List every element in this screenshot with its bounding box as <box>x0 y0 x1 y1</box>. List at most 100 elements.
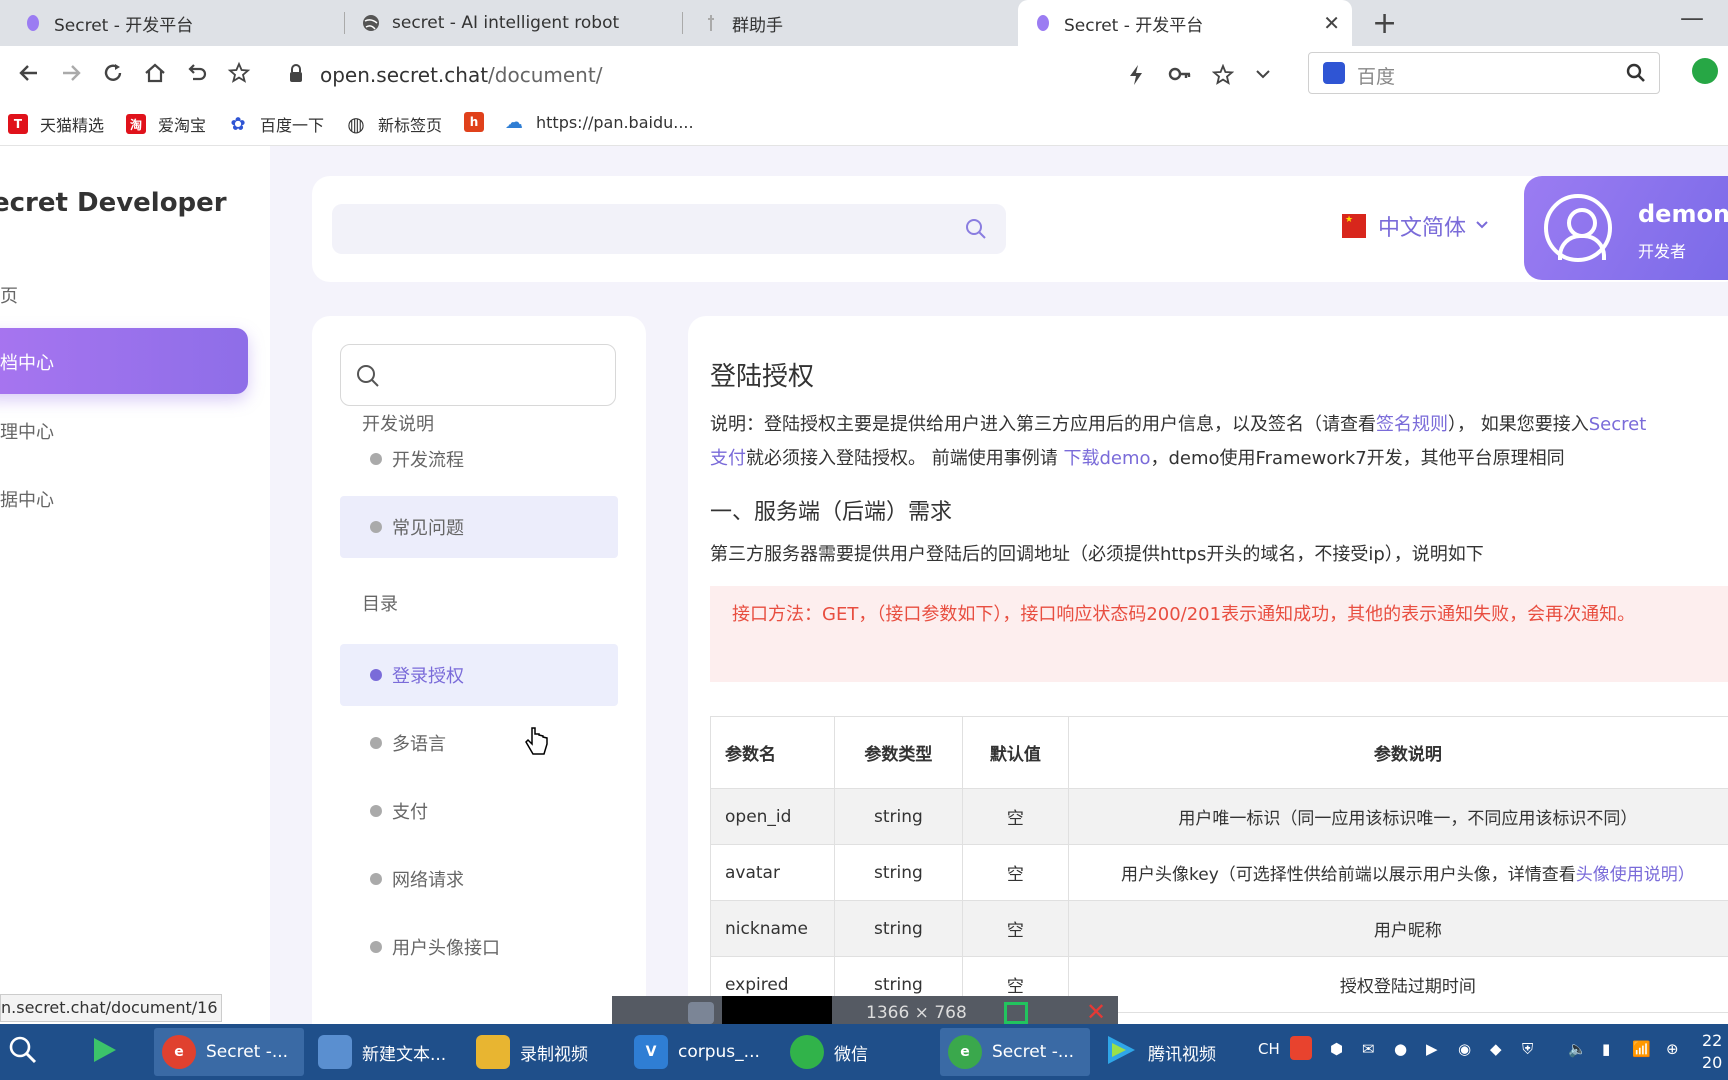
new-tab-icon[interactable]: + <box>1372 6 1397 41</box>
doc-item-label: 登录授权 <box>392 666 464 687</box>
tab-secret-1[interactable]: Secret - 开发平台 <box>24 0 344 46</box>
close-tab-icon[interactable]: ✕ <box>1323 11 1340 35</box>
sidebar-item-data[interactable]: 据中心 <box>0 486 54 512</box>
taskbar-item-notepad[interactable]: 新建文本... <box>310 1028 460 1076</box>
favorite-star-icon[interactable] <box>224 58 254 88</box>
bookmark-baidu[interactable]: ✿ 百度一下 <box>228 112 324 136</box>
param-name: open_id <box>710 788 835 845</box>
taskbar-player-button[interactable] <box>82 1028 132 1076</box>
global-search-input[interactable] <box>332 204 1006 254</box>
user-profile-card[interactable]: demon 开发者 <box>1524 176 1728 280</box>
taskbar-search-button[interactable] <box>0 1028 46 1076</box>
bookmark-tmall[interactable]: T 天猫精选 <box>8 112 104 136</box>
bookmark-aitaobao[interactable]: 淘 爱淘宝 <box>126 112 206 136</box>
signature-rules-link[interactable]: 签名规则 <box>1376 414 1448 435</box>
extension-icon[interactable] <box>1692 58 1718 84</box>
reload-icon[interactable] <box>98 58 128 88</box>
tab-secret-active[interactable]: Secret - 开发平台 ✕ <box>1018 0 1352 46</box>
bookmark-star-icon[interactable] <box>1211 63 1235 90</box>
doc-item-faq[interactable]: 常见问题 <box>340 496 618 558</box>
callback-description: 第三方服务器需要提供用户登陆后的回调地址（必须提供https开头的域名，不接受i… <box>710 544 1484 565</box>
shield-icon[interactable]: ⛨ <box>1522 1040 1533 1058</box>
avatar-usage-link[interactable]: 头像使用说明） <box>1576 865 1695 885</box>
search-icon[interactable] <box>1625 62 1647 88</box>
close-icon[interactable]: ✕ <box>1086 998 1106 1026</box>
sogou-icon[interactable] <box>1290 1036 1312 1060</box>
doc-item-login-auth[interactable]: 登录授权 <box>340 644 618 706</box>
wechat-tray-icon[interactable]: ✉ <box>1362 1040 1375 1058</box>
language-selector[interactable]: 中文简体 <box>1342 210 1490 242</box>
param-default: 空 <box>961 900 1069 957</box>
intro-text: ）， 如果您要接入 <box>1448 414 1589 435</box>
player-tray-icon[interactable]: ▶ <box>1426 1040 1438 1058</box>
taskbar-item-corpus[interactable]: V corpus_... <box>626 1028 776 1076</box>
download-demo-link[interactable]: 下载demo <box>1063 448 1150 469</box>
tab-divider <box>344 12 345 34</box>
taskbar-item-record-video[interactable]: 录制视频 <box>468 1028 618 1076</box>
doc-search-input[interactable] <box>340 344 616 406</box>
doc-item-label: 多语言 <box>392 734 446 755</box>
forward-arrow-icon[interactable] <box>56 58 86 88</box>
param-desc: 用户头像key（可选择性供给前端以展示用户头像，详情查看头像使用说明） <box>1067 844 1728 901</box>
brand-title: ecret Developer <box>0 188 227 218</box>
intro-text: ，demo使用Framework7开发，其他平台原理相同 <box>1150 448 1565 469</box>
column-header: 默认值 <box>961 716 1069 789</box>
key-icon[interactable] <box>1168 64 1192 88</box>
intro-text: 就必须接入登陆授权。 前端使用事例请 <box>746 448 1064 469</box>
lightning-icon[interactable] <box>1128 64 1144 90</box>
doc-item-payment[interactable]: 支付 <box>340 780 618 842</box>
taskbar-item-secret-1[interactable]: e Secret -... <box>154 1028 304 1076</box>
camera-icon[interactable] <box>688 1002 714 1024</box>
battery-icon[interactable]: ▮ <box>1602 1040 1610 1058</box>
payment-link[interactable]: 支付 <box>710 448 746 469</box>
back-arrow-icon[interactable] <box>14 58 44 88</box>
diamond-tray-icon[interactable]: ◆ <box>1490 1040 1502 1058</box>
doc-item-dev-flow[interactable]: 开发流程 <box>340 428 618 490</box>
search-icon[interactable] <box>964 217 988 245</box>
bookmark-label: 百度一下 <box>260 116 325 135</box>
input-language-indicator[interactable]: CH <box>1258 1040 1280 1058</box>
status-bar-url: n.secret.chat/document/16 <box>0 994 222 1022</box>
address-bar[interactable]: open.secret.chat/document/ <box>272 54 1272 94</box>
add-icon[interactable]: ⊕ <box>1666 1040 1679 1058</box>
doc-item-avatar-api[interactable]: 用户头像接口 <box>340 916 618 978</box>
bookmark-h[interactable]: h <box>464 112 496 132</box>
app-tray-icon[interactable]: ◉ <box>1458 1040 1471 1058</box>
doc-item-i18n[interactable]: 多语言 <box>340 712 618 774</box>
volume-icon[interactable]: 🔈 <box>1568 1040 1587 1058</box>
param-desc: 用户唯一标识（同一应用该标识唯一，不同应用该标识不同） <box>1067 788 1728 845</box>
taskbar-item-secret-2[interactable]: e Secret -... <box>940 1028 1090 1076</box>
search-engine-box[interactable]: 百度 <box>1308 52 1660 94</box>
column-header: 参数说明 <box>1067 716 1728 789</box>
bookmark-new-tab[interactable]: ◍ 新标签页 <box>346 112 442 136</box>
record-region-icon[interactable] <box>1004 1002 1028 1024</box>
bookmark-label: 爱淘宝 <box>158 116 207 135</box>
sidebar-item-docs[interactable]: 档中心 <box>0 328 248 394</box>
record-tray-icon[interactable]: ● <box>1394 1040 1407 1058</box>
alert-box: 接口方法：GET，（接口参数如下），接口响应状态码200/201表示通知成功，其… <box>710 586 1728 682</box>
url-host: open.secret.chat <box>320 63 489 87</box>
param-desc: 用户昵称 <box>1067 900 1728 957</box>
bookmark-baidu-pan[interactable]: ☁ https://pan.baidu.... <box>504 112 694 133</box>
tmall-icon: T <box>8 114 28 134</box>
network-cube-icon[interactable]: ⬢ <box>1330 1040 1343 1058</box>
chevron-down-icon[interactable] <box>1254 64 1272 88</box>
clock[interactable]: 22 20 <box>1702 1030 1722 1074</box>
doc-item-network[interactable]: 网络请求 <box>340 848 618 910</box>
taskbar-item-wechat[interactable]: 微信 <box>782 1028 932 1076</box>
tencent-video-icon <box>1104 1033 1138 1072</box>
signal-icon[interactable]: 📶 <box>1632 1040 1651 1058</box>
taskbar-label: corpus_... <box>678 1042 760 1062</box>
page-body: ecret Developer 页 档中心 理中心 据中心 中文简体 开发说明 … <box>0 146 1728 1024</box>
tab-group-helper[interactable]: 群助手 <box>702 0 1002 46</box>
tab-secret-robot[interactable]: secret - AI intelligent robot <box>362 0 682 46</box>
sidebar-item-manage[interactable]: 理中心 <box>0 418 54 444</box>
sidebar-item-home[interactable]: 页 <box>0 282 18 308</box>
home-icon[interactable] <box>140 58 170 88</box>
taskbar-item-tencent-video[interactable]: 腾讯视频 <box>1096 1028 1246 1076</box>
clock-time: 22 <box>1702 1031 1723 1050</box>
undo-close-tab-icon[interactable] <box>182 58 212 88</box>
minimize-window-icon[interactable]: — <box>1680 4 1704 32</box>
bookmark-label: 新标签页 <box>378 116 443 135</box>
secret-pay-link[interactable]: Secret <box>1589 414 1647 435</box>
